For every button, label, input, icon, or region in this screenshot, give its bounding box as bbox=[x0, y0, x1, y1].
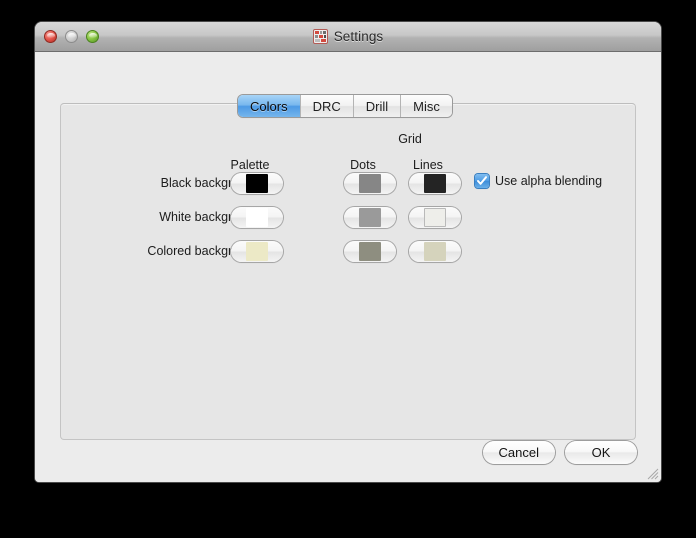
column-header-lines: Lines bbox=[413, 158, 443, 172]
color-chip bbox=[424, 242, 446, 261]
screen: Settings Colors DRC Drill Misc Grid Pale… bbox=[0, 0, 696, 538]
color-chip bbox=[424, 208, 446, 227]
color-chip bbox=[246, 242, 268, 261]
settings-window: Settings Colors DRC Drill Misc Grid Pale… bbox=[35, 22, 661, 482]
swatch-black-background-lines[interactable] bbox=[409, 173, 461, 194]
swatch-colored-background-lines[interactable] bbox=[409, 241, 461, 262]
alpha-blending-checkbox-row[interactable]: Use alpha blending bbox=[475, 174, 602, 188]
swatch-black-background-palette[interactable] bbox=[231, 173, 283, 194]
ok-button[interactable]: OK bbox=[565, 441, 637, 464]
swatch-colored-background-palette[interactable] bbox=[231, 241, 283, 262]
tab-misc[interactable]: Misc bbox=[401, 95, 452, 117]
tab-colors[interactable]: Colors bbox=[238, 95, 301, 117]
app-grid-icon bbox=[312, 29, 328, 44]
swatch-black-background-dots[interactable] bbox=[344, 173, 396, 194]
color-chip bbox=[246, 174, 268, 193]
color-chip bbox=[359, 242, 381, 261]
title-bar[interactable]: Settings bbox=[35, 22, 661, 52]
settings-panel bbox=[60, 103, 636, 440]
checkbox-checked-icon[interactable] bbox=[475, 174, 489, 188]
dialog-buttons: Cancel OK bbox=[482, 441, 637, 464]
swatch-colored-background-dots[interactable] bbox=[344, 241, 396, 262]
color-chip bbox=[246, 208, 268, 227]
alpha-blending-label: Use alpha blending bbox=[495, 174, 603, 188]
tab-drill[interactable]: Drill bbox=[353, 95, 402, 117]
color-chip bbox=[359, 174, 381, 193]
column-header-palette: Palette bbox=[230, 158, 270, 172]
grid-group-header: Grid bbox=[398, 132, 422, 146]
cancel-button[interactable]: Cancel bbox=[482, 441, 555, 464]
swatch-white-background-dots[interactable] bbox=[344, 207, 396, 228]
window-body: Colors DRC Drill Misc Grid Palette Dots … bbox=[35, 52, 661, 482]
tab-bar: Colors DRC Drill Misc bbox=[238, 95, 452, 117]
resize-grip-icon[interactable] bbox=[645, 466, 659, 480]
title-area: Settings bbox=[35, 22, 661, 51]
tab-drc[interactable]: DRC bbox=[300, 95, 354, 117]
swatch-white-background-lines[interactable] bbox=[409, 207, 461, 228]
color-chip bbox=[359, 208, 381, 227]
swatch-white-background-palette[interactable] bbox=[231, 207, 283, 228]
window-title: Settings bbox=[333, 29, 384, 44]
color-chip bbox=[424, 174, 446, 193]
